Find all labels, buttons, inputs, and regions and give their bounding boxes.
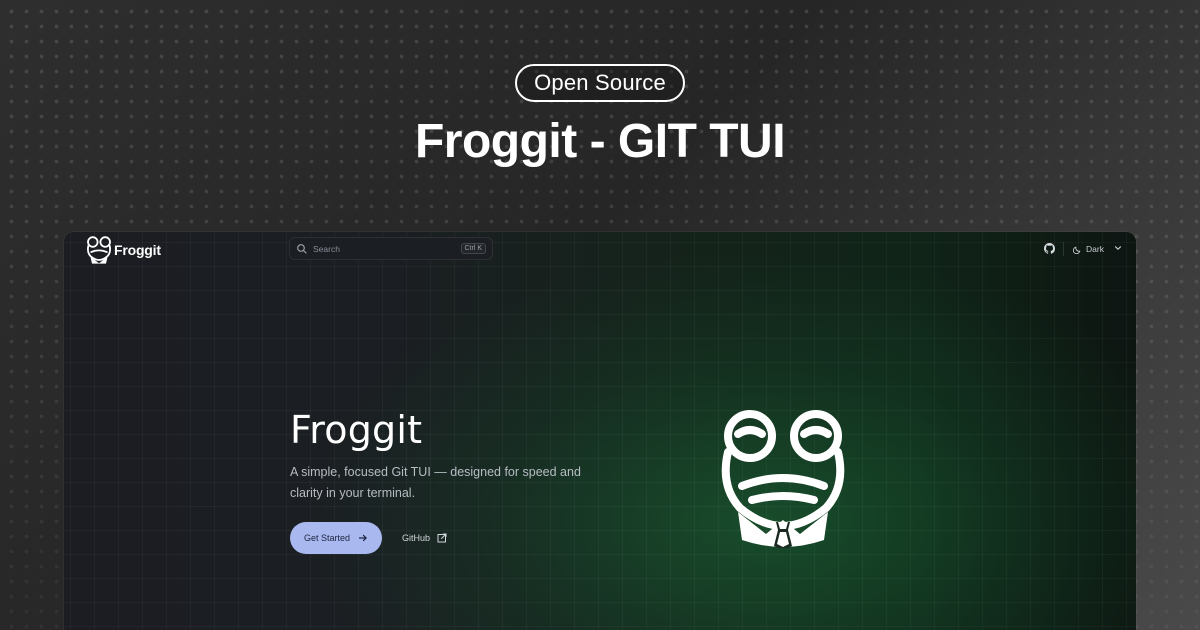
github-link[interactable]: GitHub bbox=[402, 533, 447, 543]
frog-logo-icon bbox=[87, 236, 111, 264]
hero-title: Froggit bbox=[290, 408, 423, 452]
hero-description: A simple, focused Git TUI — designed for… bbox=[290, 465, 581, 500]
open-source-badge: Open Source bbox=[515, 64, 685, 102]
theme-label: Dark bbox=[1086, 244, 1104, 254]
frog-mascot-icon bbox=[721, 410, 845, 548]
navbar: Froggit Search Ctrl K Dark bbox=[64, 232, 1136, 266]
site-logo[interactable]: Froggit bbox=[86, 235, 161, 265]
get-started-button[interactable]: Get Started bbox=[290, 522, 383, 554]
hero-section: Froggit A simple, focused Git TUI — desi… bbox=[290, 408, 650, 554]
theme-toggle[interactable]: Dark bbox=[1073, 240, 1104, 258]
search-input[interactable]: Search Ctrl K bbox=[289, 237, 493, 260]
search-shortcut: Ctrl K bbox=[460, 243, 486, 254]
search-placeholder: Search bbox=[313, 243, 340, 254]
navbar-divider bbox=[1063, 242, 1064, 256]
website-screenshot: Froggit Search Ctrl K Dark Froggit A sim… bbox=[64, 232, 1136, 630]
banner-title: Froggit - GIT TUI bbox=[414, 115, 786, 168]
get-started-label: Get Started bbox=[304, 533, 351, 543]
moon-icon bbox=[1073, 246, 1081, 254]
github-link-label: GitHub bbox=[402, 533, 431, 543]
chevron-down-icon[interactable] bbox=[1114, 244, 1122, 252]
external-link-icon bbox=[437, 533, 447, 543]
arrow-right-icon bbox=[358, 534, 367, 542]
logo-text: Froggit bbox=[114, 242, 161, 258]
banner: Open Source Froggit - GIT TUI bbox=[0, 0, 1200, 200]
github-icon[interactable] bbox=[1044, 243, 1055, 254]
hero-actions: Get Started GitHub bbox=[290, 522, 650, 554]
search-icon bbox=[297, 243, 307, 254]
